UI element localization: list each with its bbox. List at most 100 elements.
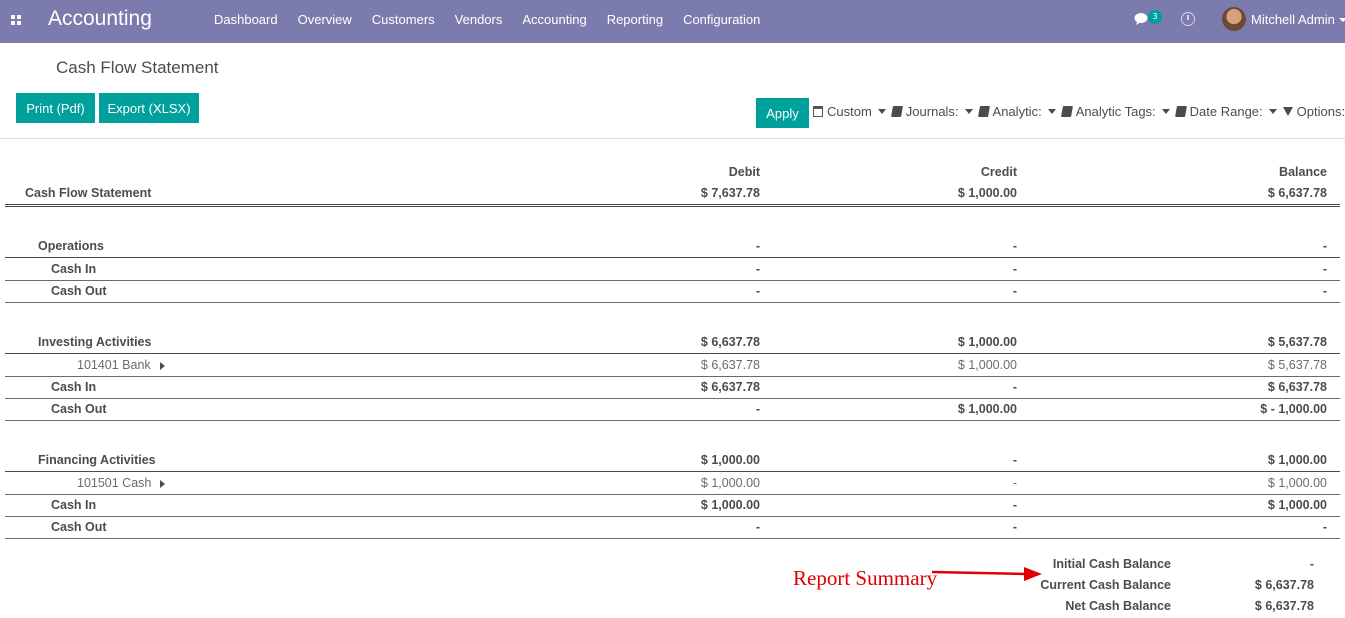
menu-customers[interactable]: Customers xyxy=(372,12,435,27)
book-icon xyxy=(1174,106,1187,117)
row-divider xyxy=(5,257,1340,258)
row-divider xyxy=(5,398,1340,399)
filter-icon xyxy=(1282,107,1293,116)
column-header-debit: Debit xyxy=(728,165,760,179)
row-label: Financing Activities xyxy=(38,453,156,467)
cell-balance: $ 1,000.00 xyxy=(1267,476,1327,490)
cell-balance: $ 5,637.78 xyxy=(1267,335,1327,349)
cell-credit: - xyxy=(1012,520,1017,534)
calendar-icon xyxy=(813,106,823,117)
book-icon xyxy=(977,106,990,117)
row-label: Operations xyxy=(38,239,104,253)
cell-balance: $ 6,637.78 xyxy=(1267,380,1327,394)
cell-credit: - xyxy=(1012,262,1017,276)
cell-credit: - xyxy=(1012,476,1017,490)
cell-debit: $ 6,637.78 xyxy=(700,380,760,394)
row-label: Cash In xyxy=(51,262,97,276)
row-label: Cash Out xyxy=(51,284,107,298)
menu-vendors[interactable]: Vendors xyxy=(455,12,503,27)
row-label: Cash Out xyxy=(51,520,107,534)
summary-value: $ 6,637.78 xyxy=(1254,578,1314,592)
cell-debit: $ 1,000.00 xyxy=(700,498,760,512)
filter-journals[interactable]: Journals: xyxy=(890,104,973,119)
activity-clock-icon[interactable] xyxy=(1181,12,1195,26)
cell-balance: $ 1,000.00 xyxy=(1267,498,1327,512)
menu-dashboard[interactable]: Dashboard xyxy=(214,12,278,27)
expand-caret-icon[interactable] xyxy=(160,480,165,488)
row-label[interactable]: 101401 Bank xyxy=(77,358,151,372)
cell-credit: $ 1,000.00 xyxy=(957,335,1017,349)
row-divider xyxy=(5,353,1340,354)
cell-debit: - xyxy=(755,402,760,416)
cell-credit: - xyxy=(1012,239,1017,253)
chat-count-badge: 3 xyxy=(1148,10,1162,24)
menu-reporting[interactable]: Reporting xyxy=(607,12,663,27)
apps-menu-icon[interactable] xyxy=(11,15,22,26)
filter-custom[interactable]: Custom xyxy=(813,104,886,119)
filter-analytic[interactable]: Analytic: xyxy=(977,104,1056,119)
cell-credit: $ 1,000.00 xyxy=(957,358,1017,372)
filter-options[interactable]: Options: xyxy=(1282,104,1345,119)
cell-balance: $ 1,000.00 xyxy=(1267,453,1327,467)
user-name[interactable]: Mitchell Admin xyxy=(1251,12,1335,27)
cell-balance: $ - 1,000.00 xyxy=(1260,402,1327,416)
avatar[interactable] xyxy=(1222,7,1246,31)
apply-button[interactable]: Apply xyxy=(756,98,809,128)
cell-balance: - xyxy=(1322,239,1327,253)
cell-credit: $ 1,000.00 xyxy=(957,402,1017,416)
export-xlsx-button[interactable]: Export (XLSX) xyxy=(99,93,199,123)
arrow-right-icon xyxy=(931,567,1042,581)
chevron-down-icon[interactable] xyxy=(1339,18,1345,22)
row-label[interactable]: 101501 Cash xyxy=(77,476,151,490)
divider xyxy=(0,138,1345,139)
filter-analytic-tags[interactable]: Analytic Tags: xyxy=(1060,104,1170,119)
cell-balance: - xyxy=(1322,520,1327,534)
row-label: Cash Out xyxy=(51,402,107,416)
book-icon xyxy=(890,106,903,117)
row-divider xyxy=(5,376,1340,377)
column-header-credit: Credit xyxy=(980,165,1017,179)
cell-debit: - xyxy=(755,284,760,298)
print-pdf-button[interactable]: Print (Pdf) xyxy=(16,93,95,123)
expand-caret-icon[interactable] xyxy=(160,362,165,370)
filter-bar: Custom Journals: Analytic: Analytic Tags… xyxy=(813,104,1345,119)
cell-debit: $ 1,000.00 xyxy=(700,476,760,490)
row-label: Investing Activities xyxy=(38,335,152,349)
filter-label: Analytic Tags: xyxy=(1075,104,1156,119)
filter-label: Options: xyxy=(1296,104,1345,119)
page-title: Cash Flow Statement xyxy=(56,58,219,77)
menu-configuration[interactable]: Configuration xyxy=(683,12,760,27)
filter-date-range[interactable]: Date Range: xyxy=(1174,104,1277,119)
menu-overview[interactable]: Overview xyxy=(298,12,352,27)
row-divider xyxy=(5,302,1340,303)
row-label: Cash In xyxy=(51,498,97,512)
app-title: Accounting xyxy=(48,7,152,30)
cell-credit: - xyxy=(1012,380,1017,394)
summary-value: - xyxy=(1309,557,1314,571)
caret-down-icon xyxy=(1047,109,1056,114)
filter-label: Analytic: xyxy=(992,104,1042,119)
caret-down-icon xyxy=(877,109,886,114)
cell-balance: - xyxy=(1322,284,1327,298)
cell-debit: $ 7,637.78 xyxy=(700,186,760,200)
cell-balance: $ 6,637.78 xyxy=(1267,186,1327,200)
menu-accounting[interactable]: Accounting xyxy=(522,12,586,27)
cell-debit: - xyxy=(755,520,760,534)
cell-debit: $ 1,000.00 xyxy=(700,453,760,467)
summary-value: $ 6,637.78 xyxy=(1254,599,1314,613)
filter-label: Custom xyxy=(827,104,872,119)
row-label: Cash In xyxy=(51,380,97,394)
top-navbar: Accounting Dashboard Overview Customers … xyxy=(0,0,1345,43)
cell-credit: $ 1,000.00 xyxy=(957,186,1017,200)
filter-label: Journals: xyxy=(905,104,959,119)
column-header-balance: Balance xyxy=(1279,165,1327,179)
main-menu: Dashboard Overview Customers Vendors Acc… xyxy=(214,12,780,27)
filter-label: Date Range: xyxy=(1189,104,1263,119)
row-label: Cash Flow Statement xyxy=(25,186,152,200)
row-divider xyxy=(5,420,1340,421)
cell-balance: - xyxy=(1322,262,1327,276)
book-icon xyxy=(1060,106,1073,117)
summary-label: Net Cash Balance xyxy=(1065,599,1171,613)
cell-debit: $ 6,637.78 xyxy=(700,358,760,372)
caret-down-icon xyxy=(1161,109,1170,114)
